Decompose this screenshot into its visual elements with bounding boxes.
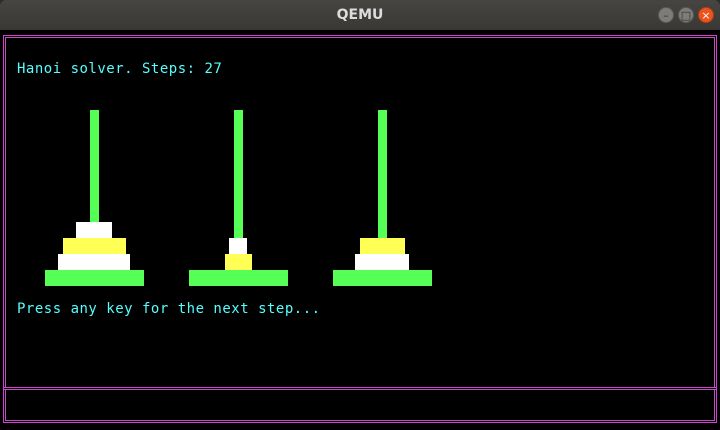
peg-2 [234,110,243,238]
window-titlebar[interactable]: QEMU – □ × [0,0,720,30]
close-icon[interactable]: × [698,7,714,23]
disk [229,238,247,254]
disk [360,238,405,254]
peg-base-1 [45,270,144,286]
peg-1 [90,110,99,222]
disk [76,222,112,238]
disk [58,254,130,270]
disk [63,238,126,254]
maximize-icon[interactable]: □ [678,7,694,23]
peg-base-2 [189,270,288,286]
window-title: QEMU [336,7,384,23]
disk [225,254,252,270]
header-line: Hanoi solver. Steps: 27 [17,61,223,77]
peg-base-3 [333,270,432,286]
vm-display[interactable]: Hanoi solver. Steps: 27 Press any key fo… [0,30,720,430]
main-frame [3,35,717,390]
peg-3 [378,110,387,238]
disk [355,254,409,270]
minimize-icon[interactable]: – [658,7,674,23]
prompt-line: Press any key for the next step... [17,301,321,317]
status-frame [3,387,717,423]
